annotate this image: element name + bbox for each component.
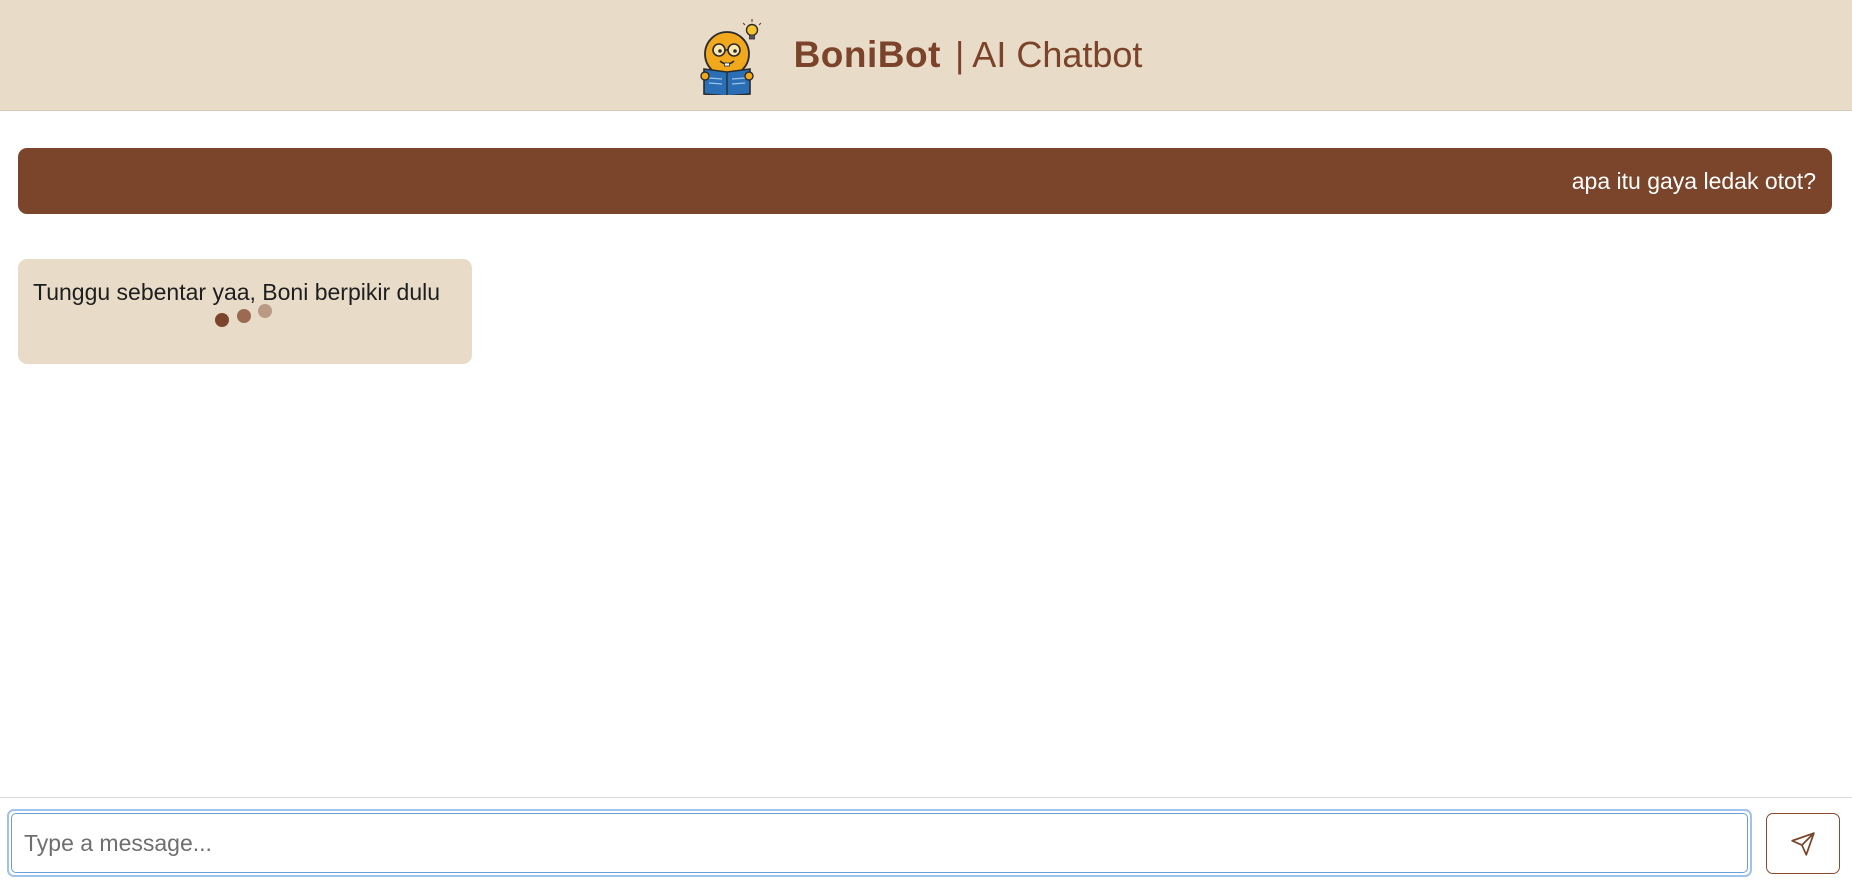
send-button[interactable]: [1766, 813, 1840, 874]
brand: BoniBot | AI Chatbot: [699, 15, 1143, 95]
typing-dot: [237, 309, 251, 323]
app-header: BoniBot | AI Chatbot: [0, 0, 1852, 111]
chat-app: BoniBot | AI Chatbot apa itu gaya ledak …: [0, 0, 1852, 885]
typing-dot: [258, 304, 272, 318]
paper-plane-icon: [1791, 831, 1815, 856]
bot-message-text: Tunggu sebentar yaa, Boni berpikir dulu: [33, 279, 441, 305]
app-name: BoniBot: [793, 34, 941, 75]
user-message-bubble: apa itu gaya ledak otot?: [18, 148, 1832, 214]
app-subtitle: | AI Chatbot: [954, 34, 1143, 75]
lightbulb-icon: [742, 19, 762, 40]
bonibot-logo-icon: [699, 19, 762, 95]
message-input[interactable]: [11, 813, 1748, 873]
message-composer: [0, 797, 1852, 885]
user-message-text: apa itu gaya ledak otot?: [1571, 167, 1816, 194]
typing-dot: [215, 313, 229, 327]
message-input-wrapper: [7, 809, 1752, 877]
bot-message-bubble: Tunggu sebentar yaa, Boni berpikir dulu: [18, 259, 472, 364]
chat-messages: apa itu gaya ledak otot? Tunggu sebentar…: [0, 111, 1852, 797]
